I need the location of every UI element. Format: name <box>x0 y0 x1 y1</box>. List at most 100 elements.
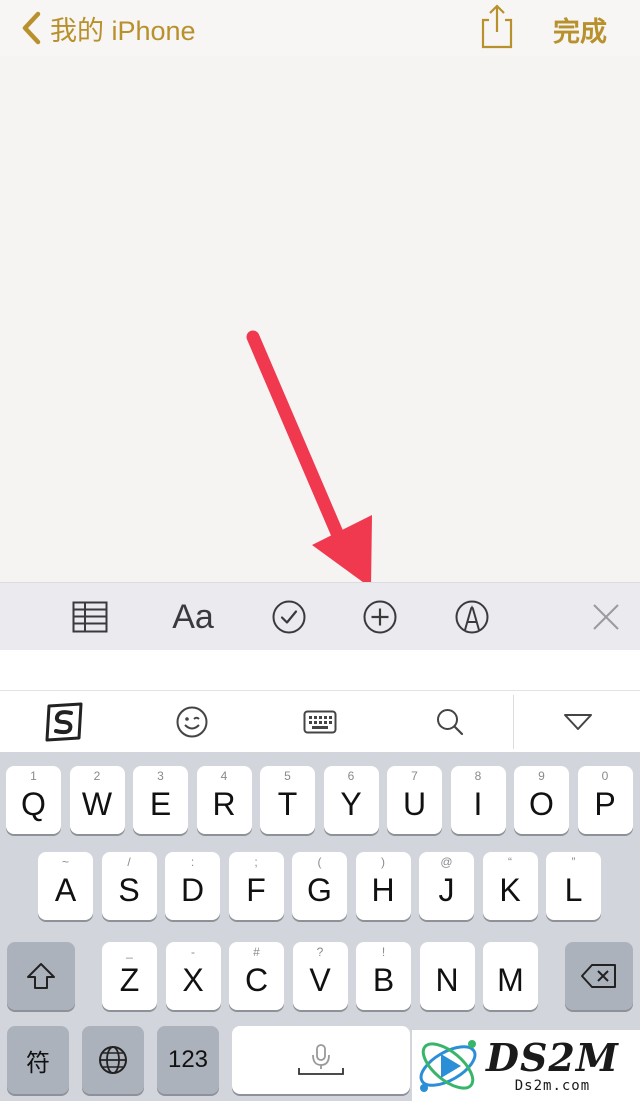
backspace-key[interactable] <box>565 942 633 1010</box>
share-icon[interactable] <box>476 2 518 50</box>
key-label: T <box>277 785 298 822</box>
collapse-keyboard-button[interactable] <box>558 697 598 747</box>
key-hint: _ <box>126 945 133 959</box>
shift-icon <box>27 963 55 989</box>
key-label: K <box>499 871 521 908</box>
key-hint: ) <box>381 855 385 869</box>
globe-key[interactable] <box>82 1026 144 1094</box>
key-b[interactable]: ! B <box>356 942 411 1010</box>
navigation-bar: 我的 iPhone 完成 <box>0 0 640 56</box>
key-label: M <box>497 961 524 998</box>
ime-toolbar <box>0 690 640 752</box>
microphone-icon <box>298 1044 344 1075</box>
key-c[interactable]: # C <box>229 942 284 1010</box>
checklist-button[interactable] <box>270 591 308 643</box>
add-icon <box>363 600 397 634</box>
ds2m-logo-icon <box>419 1040 477 1092</box>
key-hint: / <box>127 855 131 869</box>
search-button[interactable] <box>430 697 470 747</box>
key-label: X <box>182 961 204 998</box>
key-p[interactable]: 0P <box>577 766 633 834</box>
collapse-icon <box>564 714 592 730</box>
numbers-key[interactable]: 123 <box>157 1026 219 1094</box>
emoji-button[interactable] <box>172 697 212 747</box>
key-n[interactable]: N <box>419 942 475 1010</box>
format-button[interactable]: Aa <box>168 591 218 643</box>
key-f[interactable]: ; F <box>228 852 284 920</box>
key-hint: “ <box>508 855 512 869</box>
numbers-key-label: 123 <box>167 1046 209 1073</box>
key-label: D <box>180 871 205 908</box>
key-label: A <box>54 871 77 908</box>
key-v[interactable]: ? V <box>292 942 348 1010</box>
input-candidate-area <box>0 650 640 690</box>
watermark: DS2M Ds2m.com <box>412 1030 640 1101</box>
markup-icon <box>455 600 489 634</box>
key-label: F <box>246 871 266 908</box>
key-a[interactable]: ~ A <box>38 852 93 920</box>
close-toolbar-button[interactable] <box>588 591 624 643</box>
key-m[interactable]: M <box>483 942 538 1010</box>
back-button[interactable]: 我的 iPhone <box>18 8 196 48</box>
key-x[interactable]: -X <box>165 942 221 1010</box>
key-label: H <box>371 871 395 908</box>
notes-toolbar: Aa <box>0 582 640 650</box>
checklist-icon <box>272 600 306 634</box>
key-hint: 8 <box>474 769 482 783</box>
key-hint: 4 <box>220 769 228 783</box>
key-hint: ; <box>254 855 258 869</box>
sogou-button[interactable] <box>42 697 86 747</box>
key-label: L <box>564 871 583 908</box>
key-k[interactable]: “K <box>482 852 538 920</box>
key-label: I <box>473 785 483 822</box>
key-w[interactable]: 2W <box>69 766 125 834</box>
key-o[interactable]: 9O <box>514 766 569 834</box>
key-hint: ? <box>316 945 324 959</box>
symbol-key-label: 符 <box>26 1049 50 1077</box>
key-h[interactable]: ) H <box>355 852 411 920</box>
key-hint: : <box>190 855 195 869</box>
key-u[interactable]: 7U <box>387 766 442 834</box>
key-i[interactable]: 8I <box>450 766 506 834</box>
key-label: B <box>372 961 395 998</box>
note-editor[interactable] <box>0 56 640 582</box>
key-g[interactable]: (G <box>292 852 347 920</box>
key-s[interactable]: / S <box>101 852 157 920</box>
key-hint: - <box>191 945 195 959</box>
chevron-left-icon <box>22 11 41 45</box>
key-label: G <box>307 871 332 908</box>
key-d[interactable]: :D <box>165 852 220 920</box>
key-hint: ” <box>571 855 576 869</box>
key-label: Q <box>21 785 46 822</box>
key-label: E <box>149 785 172 822</box>
space-key[interactable] <box>232 1026 410 1094</box>
key-y[interactable]: 6Y <box>323 766 379 834</box>
search-icon <box>437 709 464 736</box>
add-button[interactable] <box>361 591 399 643</box>
key-j[interactable]: @ J <box>419 852 474 920</box>
key-label: Y <box>340 785 362 822</box>
close-icon <box>593 604 619 630</box>
emoji-icon <box>176 706 208 738</box>
sogou-logo-icon <box>45 702 83 742</box>
shift-key[interactable] <box>7 942 75 1010</box>
key-e[interactable]: 3E <box>133 766 188 834</box>
symbol-key[interactable]: 符 <box>7 1026 69 1094</box>
key-t[interactable]: 5T <box>260 766 315 834</box>
watermark-title: DS2M <box>486 1034 619 1080</box>
key-label: S <box>118 871 140 908</box>
key-hint: 2 <box>93 769 101 783</box>
done-button[interactable]: 完成 <box>553 10 607 49</box>
table-button[interactable] <box>70 591 110 643</box>
key-l[interactable]: ” L <box>546 852 601 920</box>
key-hint: 3 <box>157 769 164 783</box>
keyboard-icon <box>303 710 337 734</box>
key-r[interactable]: 4R <box>196 766 252 834</box>
key-z[interactable]: _ Z <box>102 942 157 1010</box>
markup-button[interactable] <box>453 591 491 643</box>
key-q[interactable]: 1Q <box>6 766 61 834</box>
keyboard-switch-button[interactable] <box>300 697 340 747</box>
key-label: Z <box>119 961 140 998</box>
key-hint: # <box>253 945 260 959</box>
ime-divider <box>513 695 514 749</box>
